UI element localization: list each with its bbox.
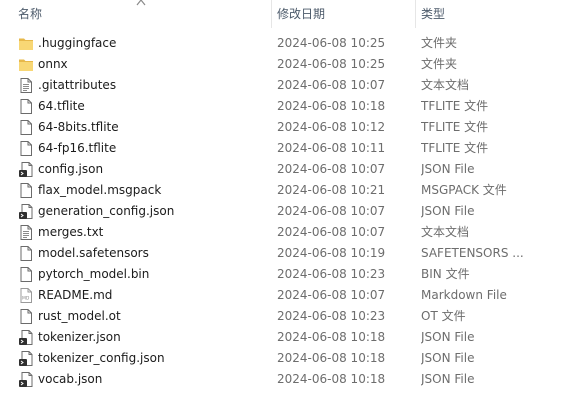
file-modified-date: 2024-06-08 10:23: [277, 267, 386, 281]
file-name: vocab.json: [38, 372, 103, 386]
file-type: TFLITE 文件: [421, 99, 489, 113]
file-modified-date: 2024-06-08 10:18: [277, 330, 386, 344]
file-modified-date: 2024-06-08 10:07: [277, 78, 386, 92]
file-name: tokenizer.json: [38, 330, 121, 344]
sort-ascending-icon: [136, 0, 146, 6]
file-modified-date: 2024-06-08 10:07: [277, 288, 386, 302]
file-row[interactable]: vocab.json 2024-06-08 10:18 JSON File: [0, 369, 579, 390]
json-file-icon: [18, 350, 34, 367]
folder-icon: [18, 56, 34, 73]
json-file-icon: [18, 203, 34, 220]
file-row[interactable]: merges.txt 2024-06-08 10:07 文本文档: [0, 222, 579, 243]
file-modified-date: 2024-06-08 10:18: [277, 99, 386, 113]
file-type: 文本文档: [421, 225, 470, 239]
file-type: OT 文件: [421, 309, 466, 323]
file-icon: [18, 308, 34, 325]
json-file-icon: [18, 161, 34, 178]
file-row[interactable]: onnx 2024-06-08 10:25 文件夹: [0, 54, 579, 75]
markdown-file-icon: MD: [18, 287, 34, 304]
file-row[interactable]: .gitattributes 2024-06-08 10:07 文本文档: [0, 75, 579, 96]
file-type: JSON File: [421, 204, 475, 218]
file-row[interactable]: model.safetensors 2024-06-08 10:19 SAFETEN…: [0, 243, 579, 264]
column-divider[interactable]: [415, 0, 416, 28]
file-type: JSON File: [421, 330, 475, 344]
file-modified-date: 2024-06-08 10:25: [277, 36, 386, 50]
file-type: MSGPACK 文件: [421, 183, 507, 197]
file-type: SAFETENSORS ...: [421, 246, 524, 260]
file-name: 64.tflite: [38, 99, 85, 113]
file-row[interactable]: tokenizer_config.json 2024-06-08 10:18 JSO…: [0, 348, 579, 369]
file-name: tokenizer_config.json: [38, 351, 165, 365]
file-row[interactable]: MD README.md 2024-06-08 10:07 Markdown File: [0, 285, 579, 306]
file-row[interactable]: 64-fp16.tflite 2024-06-08 10:11 TFLITE 文件: [0, 138, 579, 159]
file-row[interactable]: .huggingface 2024-06-08 10:25 文件夹: [0, 33, 579, 54]
file-type: JSON File: [421, 372, 475, 386]
file-type: TFLITE 文件: [421, 120, 489, 134]
file-name: .gitattributes: [38, 78, 117, 92]
file-row[interactable]: config.json 2024-06-08 10:07 JSON File: [0, 159, 579, 180]
file-row[interactable]: generation_config.json 2024-06-08 10:07 JS…: [0, 201, 579, 222]
text-file-icon: [18, 224, 34, 241]
file-name: 64-8bits.tflite: [38, 120, 119, 134]
file-modified-date: 2024-06-08 10:23: [277, 309, 386, 323]
file-icon: [18, 182, 34, 199]
file-icon: [18, 119, 34, 136]
file-row[interactable]: 64-8bits.tflite 2024-06-08 10:12 TFLITE 文件: [0, 117, 579, 138]
file-modified-date: 2024-06-08 10:07: [277, 204, 386, 218]
file-icon: [18, 245, 34, 262]
column-divider[interactable]: [271, 0, 272, 28]
file-name: flax_model.msgpack: [38, 183, 162, 197]
file-type: BIN 文件: [421, 267, 470, 281]
file-icon: [18, 98, 34, 115]
file-name: onnx: [38, 57, 68, 71]
file-modified-date: 2024-06-08 10:18: [277, 372, 386, 386]
file-modified-date: 2024-06-08 10:07: [277, 225, 386, 239]
file-name: config.json: [38, 162, 104, 176]
json-file-icon: [18, 329, 34, 346]
file-row[interactable]: 64.tflite 2024-06-08 10:18 TFLITE 文件: [0, 96, 579, 117]
file-type: Markdown File: [421, 288, 507, 302]
file-name: .huggingface: [38, 36, 117, 50]
file-type: 文本文档: [421, 78, 470, 92]
file-name: pytorch_model.bin: [38, 267, 150, 281]
column-header-type[interactable]: 类型: [421, 0, 445, 28]
file-icon: [18, 140, 34, 157]
file-type: JSON File: [421, 162, 475, 176]
column-header-name[interactable]: 名称: [18, 0, 42, 28]
file-list: .huggingface 2024-06-08 10:25 文件夹 onnx 2024-…: [0, 33, 579, 390]
file-row[interactable]: flax_model.msgpack 2024-06-08 10:21 MSGPAC…: [0, 180, 579, 201]
file-modified-date: 2024-06-08 10:25: [277, 57, 386, 71]
file-name: merges.txt: [38, 225, 104, 239]
file-modified-date: 2024-06-08 10:21: [277, 183, 386, 197]
file-name: rust_model.ot: [38, 309, 121, 323]
file-type: 文件夹: [421, 36, 458, 50]
file-name: README.md: [38, 288, 113, 302]
json-file-icon: [18, 371, 34, 388]
file-type: TFLITE 文件: [421, 141, 489, 155]
file-name: model.safetensors: [38, 246, 149, 260]
file-modified-date: 2024-06-08 10:12: [277, 120, 386, 134]
file-name: generation_config.json: [38, 204, 175, 218]
file-modified-date: 2024-06-08 10:19: [277, 246, 386, 260]
file-name: 64-fp16.tflite: [38, 141, 117, 155]
folder-icon: [18, 35, 34, 52]
file-row[interactable]: rust_model.ot 2024-06-08 10:23 OT 文件: [0, 306, 579, 327]
column-header-date[interactable]: 修改日期: [277, 0, 325, 28]
file-modified-date: 2024-06-08 10:18: [277, 351, 386, 365]
file-icon: [18, 266, 34, 283]
text-file-icon: [18, 77, 34, 94]
file-modified-date: 2024-06-08 10:11: [277, 141, 386, 155]
file-type: 文件夹: [421, 57, 458, 71]
file-type: JSON File: [421, 351, 475, 365]
file-row[interactable]: tokenizer.json 2024-06-08 10:18 JSON File: [0, 327, 579, 348]
svg-text:MD: MD: [22, 296, 30, 302]
file-row[interactable]: pytorch_model.bin 2024-06-08 10:23 BIN 文件: [0, 264, 579, 285]
file-modified-date: 2024-06-08 10:07: [277, 162, 386, 176]
column-header-bar: 名称 修改日期 类型: [0, 0, 579, 28]
